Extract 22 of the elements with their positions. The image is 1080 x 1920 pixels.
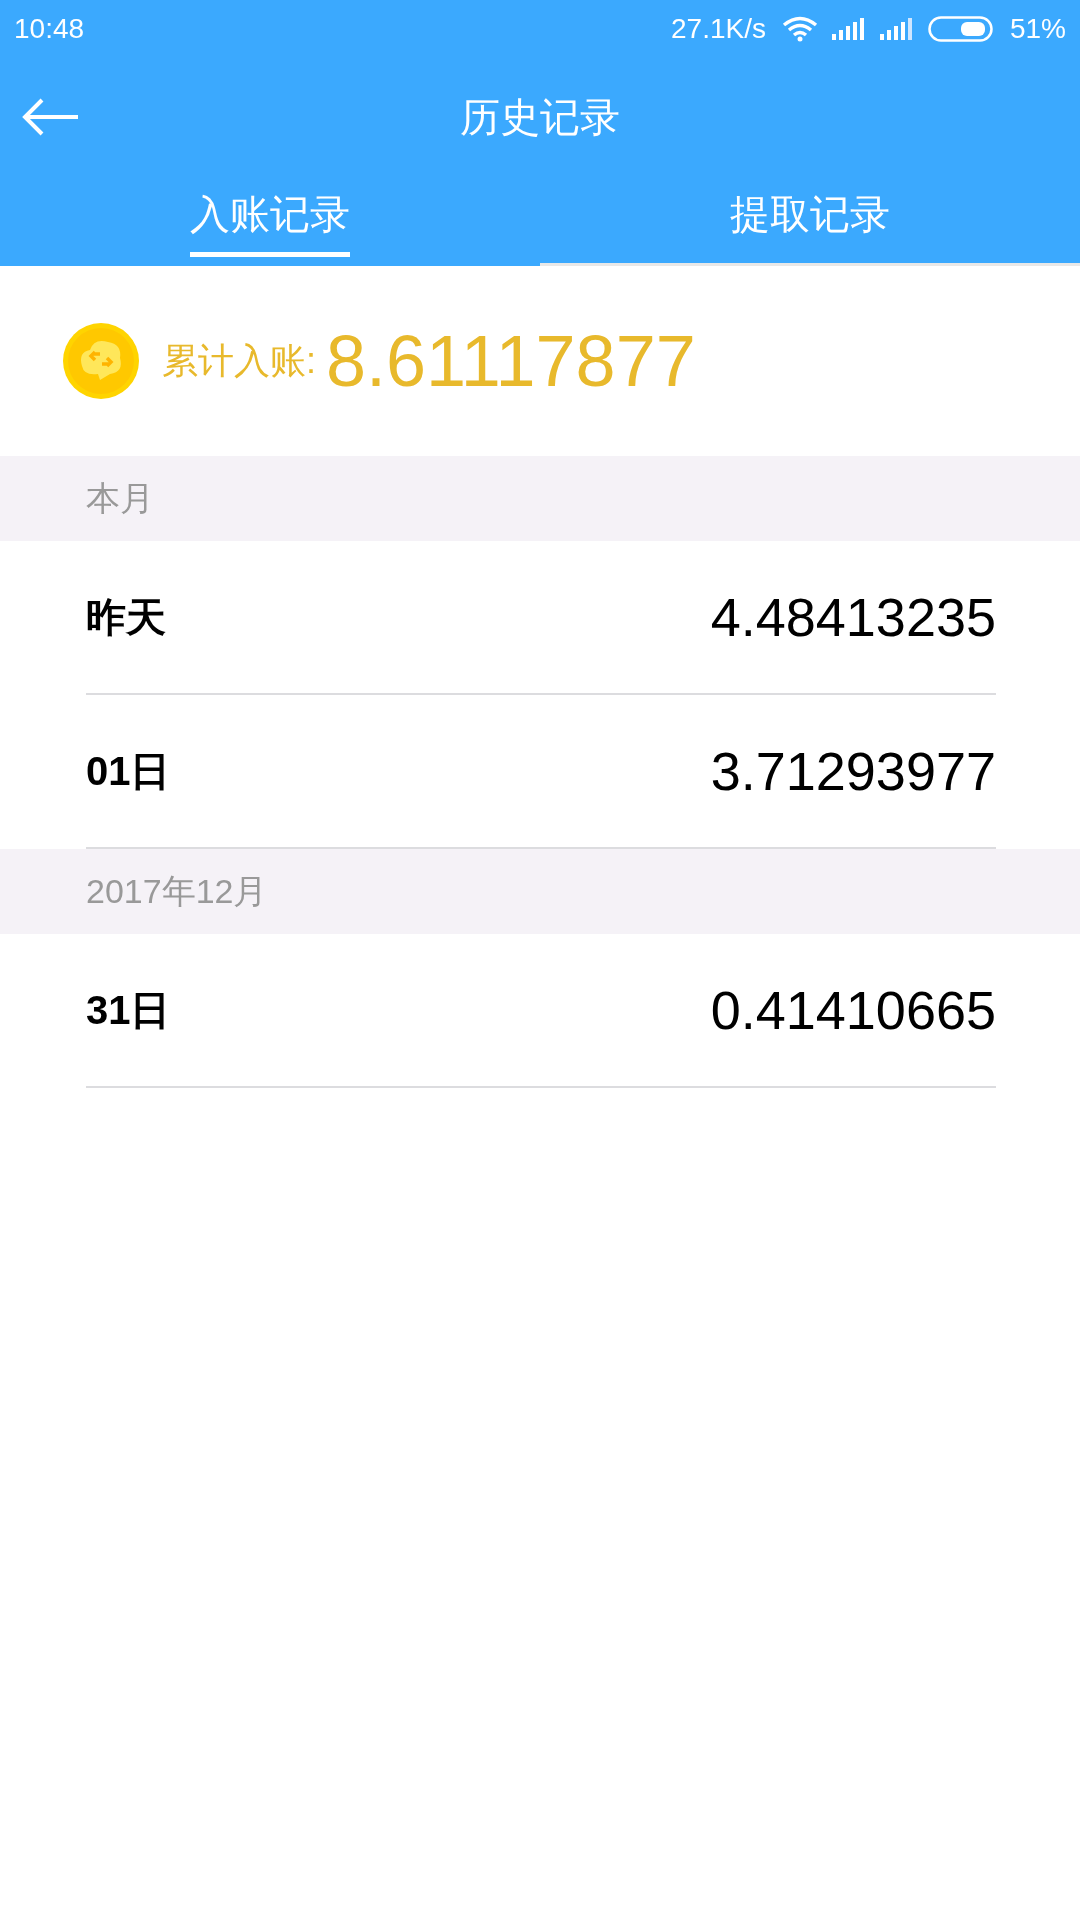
coin-icon <box>62 322 140 400</box>
signal-icon <box>879 18 914 40</box>
network-speed: 27.1K/s <box>671 13 766 45</box>
record-amount: 4.48413235 <box>710 586 996 648</box>
page-title: 历史记录 <box>460 93 620 141</box>
section-title: 2017年12月 <box>86 870 268 912</box>
section-title: 本月 <box>86 477 154 519</box>
record-row[interactable]: 31日 0.41410665 <box>86 934 996 1088</box>
record-amount: 0.41410665 <box>710 979 996 1041</box>
wifi-icon <box>781 16 818 42</box>
record-date: 31日 <box>86 986 171 1034</box>
total-amount: 8.61117877 <box>326 320 696 402</box>
back-arrow-icon <box>22 97 80 137</box>
record-date: 昨天 <box>86 593 166 641</box>
signal-icon <box>831 18 866 40</box>
record-row[interactable]: 昨天 4.48413235 <box>86 541 996 695</box>
record-date: 01日 <box>86 747 171 795</box>
status-time: 10:48 <box>14 13 85 45</box>
battery-icon <box>927 16 994 42</box>
record-amount: 3.71293977 <box>710 740 996 802</box>
total-label: 累计入账: <box>162 338 316 383</box>
battery-percent: 51% <box>1009 13 1066 45</box>
